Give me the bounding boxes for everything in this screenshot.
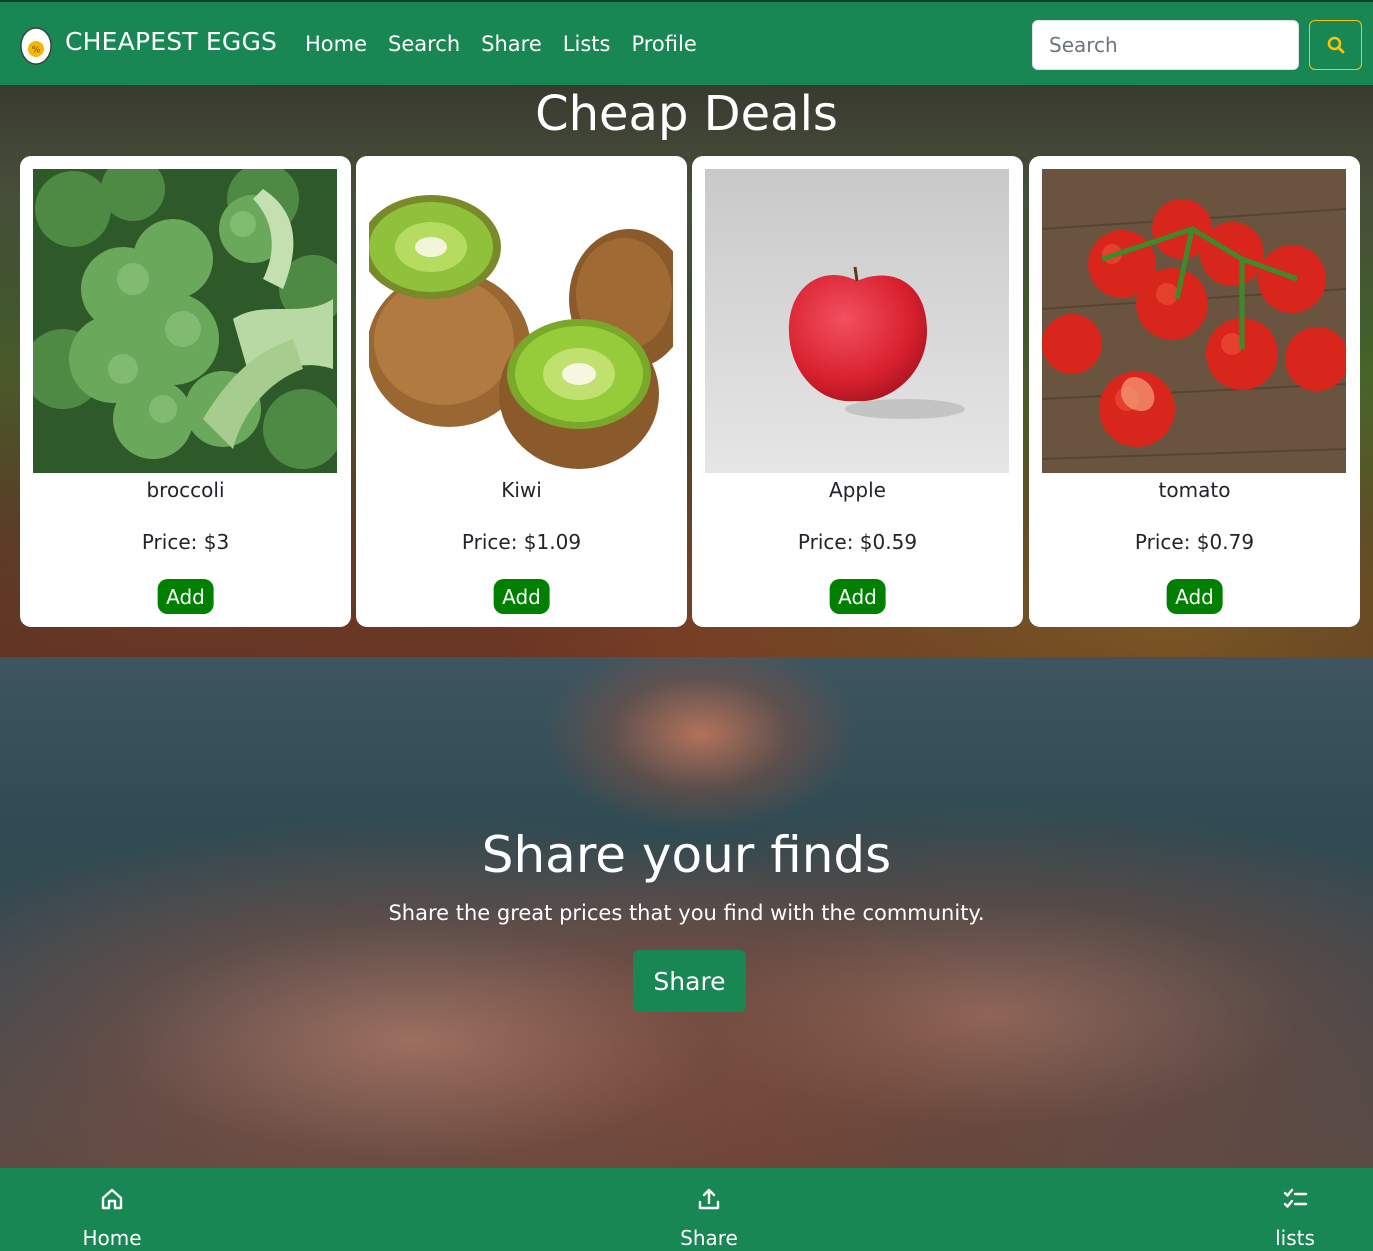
deal-card-apple: Apple Price: $0.59 Add: [692, 156, 1023, 627]
egg-logo-icon[interactable]: %: [19, 22, 53, 66]
deal-price: Price: $0.59: [797, 530, 918, 554]
tomato-image: [1042, 169, 1346, 473]
deals-title: Cheap Deals: [535, 86, 838, 142]
broccoli-image: [33, 169, 337, 473]
nav-link-profile[interactable]: Profile: [631, 30, 696, 58]
bottom-nav-lists[interactable]: lists: [1255, 1168, 1335, 1251]
deal-name: tomato: [1158, 478, 1231, 502]
bottom-nav-lists-label: lists: [1275, 1226, 1315, 1250]
bottom-nav-home[interactable]: Home: [62, 1168, 162, 1251]
deal-card-kiwi: Kiwi Price: $1.09 Add: [356, 156, 687, 627]
add-button[interactable]: Add: [157, 579, 214, 614]
add-button[interactable]: Add: [1166, 579, 1223, 614]
kiwi-image: [369, 169, 673, 473]
add-button[interactable]: Add: [829, 579, 886, 614]
apple-image: [705, 169, 1009, 473]
bottom-nav-share[interactable]: Share: [659, 1168, 759, 1251]
deal-card-tomato: tomato Price: $0.79 Add: [1029, 156, 1360, 627]
search-icon: [1327, 36, 1344, 54]
top-navbar: % CHEAPEST EGGS Home Search Share Lists …: [0, 0, 1373, 85]
share-title: Share your finds: [481, 826, 892, 884]
deal-price: Price: $3: [141, 530, 230, 554]
search-input[interactable]: [1032, 20, 1299, 70]
share-subtitle: Share the great prices that you find wit…: [388, 901, 985, 925]
upload-icon: [698, 1188, 720, 1210]
search-button[interactable]: [1309, 20, 1362, 70]
deal-name: Apple: [829, 478, 886, 502]
bottom-nav: Home Share lists: [0, 1168, 1373, 1251]
checklist-icon: [1283, 1188, 1308, 1208]
nav-link-lists[interactable]: Lists: [563, 30, 611, 58]
deal-price: Price: $0.79: [1134, 530, 1255, 554]
deal-name: broccoli: [146, 478, 225, 502]
share-button[interactable]: Share: [633, 950, 746, 1012]
bottom-nav-home-label: Home: [82, 1226, 142, 1250]
nav-link-search[interactable]: Search: [388, 30, 460, 58]
deal-card-broccoli: broccoli Price: $3 Add: [20, 156, 351, 627]
svg-text:%: %: [32, 46, 41, 56]
nav-link-home[interactable]: Home: [305, 30, 367, 58]
deal-name: Kiwi: [501, 478, 542, 502]
nav-links: Home Search Share Lists Profile: [305, 30, 697, 58]
add-button[interactable]: Add: [493, 579, 550, 614]
nav-link-share[interactable]: Share: [481, 30, 542, 58]
home-icon: [101, 1188, 123, 1210]
brand-name[interactable]: CHEAPEST EGGS: [65, 26, 277, 58]
deal-price: Price: $1.09: [461, 530, 582, 554]
bottom-nav-share-label: Share: [680, 1226, 738, 1250]
